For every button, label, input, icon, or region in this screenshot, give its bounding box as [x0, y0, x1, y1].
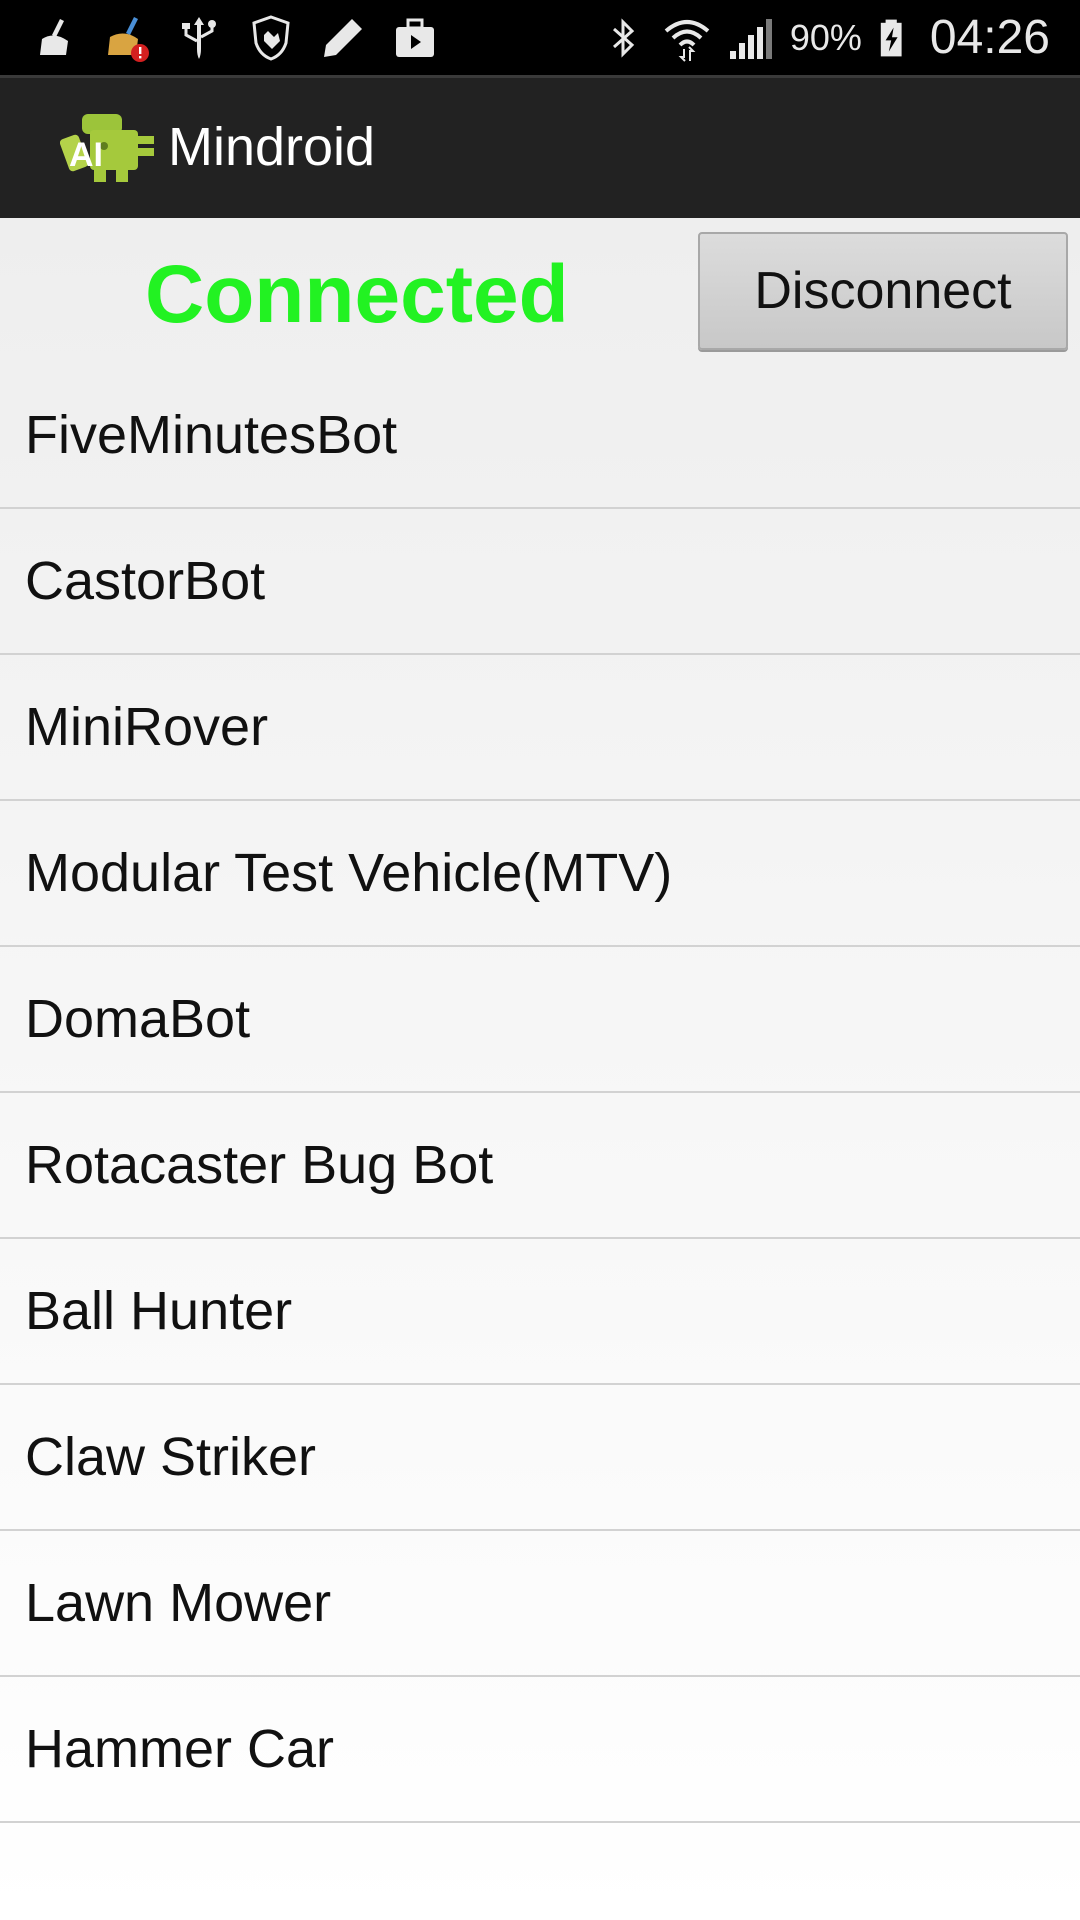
shield-hand-icon [252, 14, 290, 61]
briefcase-icon [396, 18, 434, 57]
clock: 04:26 [929, 11, 1050, 64]
status-bar-notifications [30, 0, 440, 75]
bluetooth-icon [612, 17, 634, 58]
status-bar-system: 90% 04:26 [598, 0, 1050, 75]
list-item[interactable]: CastorBot [0, 509, 1080, 655]
usb-icon [182, 16, 216, 59]
connection-row: Connected Disconnect [0, 218, 1080, 363]
list-item[interactable]: Modular Test Vehicle(MTV) [0, 801, 1080, 947]
svg-text:AI: AI [69, 136, 103, 174]
cleaner-alert-icon [108, 16, 149, 62]
battery-percent: 90% [789, 16, 862, 58]
battery-charging-icon [880, 19, 902, 56]
list-item[interactable]: Ball Hunter [0, 1239, 1080, 1385]
list-item[interactable]: Claw Striker [0, 1385, 1080, 1531]
signal-icon [729, 18, 772, 59]
app-title: Mindroid [168, 117, 376, 177]
status-bar: 90% 04:26 [0, 0, 1080, 75]
connection-status: Connected [145, 249, 569, 340]
cleaner-icon [40, 18, 68, 55]
list-item[interactable]: Hammer Car [0, 1677, 1080, 1823]
robot-list: FiveMinutesBot CastorBot MiniRover Modul… [0, 363, 1080, 1823]
list-item[interactable]: DomaBot [0, 947, 1080, 1093]
mindroid-logo-icon[interactable]: AI [60, 106, 158, 188]
list-item[interactable]: FiveMinutesBot [0, 363, 1080, 509]
disconnect-button[interactable]: Disconnect [698, 232, 1068, 350]
list-item[interactable]: MiniRover [0, 655, 1080, 801]
list-item[interactable]: Lawn Mower [0, 1531, 1080, 1677]
action-bar: AI Mindroid [0, 75, 1080, 218]
wifi-icon [664, 19, 710, 62]
pencil-icon [324, 18, 362, 57]
list-item[interactable]: Rotacaster Bug Bot [0, 1093, 1080, 1239]
